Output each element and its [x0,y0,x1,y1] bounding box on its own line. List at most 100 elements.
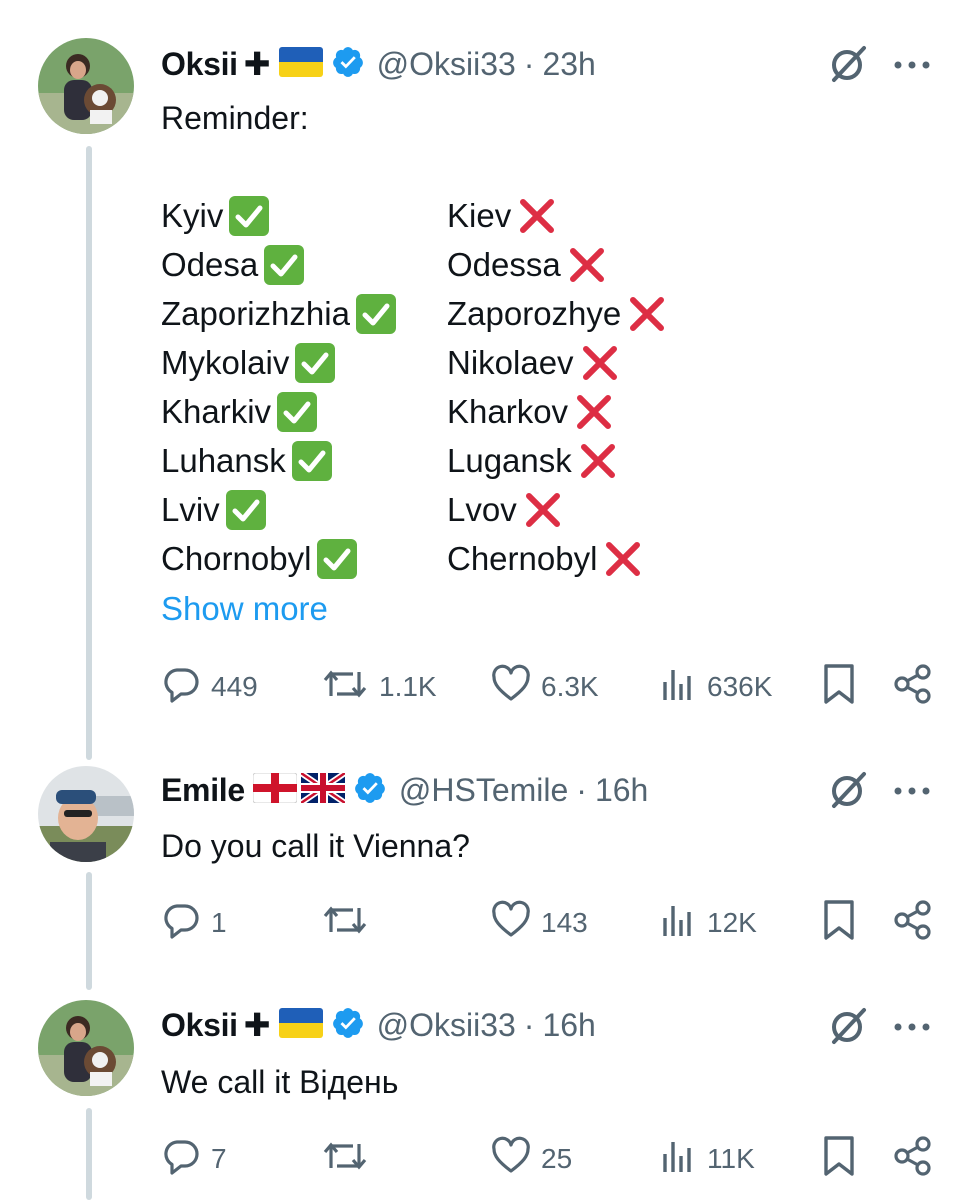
repost-button[interactable] [321,898,369,948]
like-icon [491,664,531,711]
separator-dot: · [523,45,535,82]
share-icon [891,662,935,713]
city-name: Nikolaev [447,344,574,381]
city-name: Odessa [447,246,561,283]
city-row: Kharkiv [161,390,318,434]
verified-badge-icon [331,1006,365,1045]
like-button[interactable]: 25 [491,1134,572,1184]
city-row: Luhansk [161,439,332,483]
like-button[interactable]: 143 [491,898,588,948]
author-handle[interactable]: @Oksii33 [377,1007,516,1044]
reply-count: 1 [211,907,227,938]
reply-button[interactable]: 7 [161,1134,227,1184]
repost-button[interactable]: 1.1K [321,662,437,712]
bookmark-button[interactable] [821,898,857,948]
more-options-icon[interactable] [890,50,934,80]
bookmark-icon [821,662,857,713]
city-row: Kharkov [447,390,614,434]
author-handle[interactable]: @HSTemile [399,772,568,809]
ukraine-flag-icon [278,1007,323,1043]
city-name: Lviv [161,491,220,528]
grok-icon[interactable] [826,42,870,86]
city-name: Kyiv [161,197,224,234]
red-cross-icon [574,392,614,432]
author-handle[interactable]: @Oksii33 [377,46,516,83]
timestamp[interactable]: 23h [542,46,595,83]
views-count: 636K [707,671,773,702]
bookmark-button[interactable] [821,662,857,712]
avatar[interactable] [38,1000,134,1096]
more-options-icon[interactable] [890,1012,934,1042]
city-row: Chernobyl [447,537,643,581]
author-name[interactable]: Oksii [161,46,238,83]
city-row: Mykolaiv [161,341,336,385]
bookmark-icon [821,898,857,949]
bookmark-button[interactable] [821,1134,857,1184]
repost-count: 1.1K [379,671,437,702]
like-count: 6.3K [541,671,599,702]
author-name-cross: ✚ [243,1007,271,1043]
timestamp[interactable]: 16h [542,1007,595,1044]
timestamp[interactable]: 16h [595,772,648,809]
red-cross-icon [627,294,667,334]
views-button[interactable]: 636K [657,662,772,712]
reply-icon [161,664,201,711]
author-name-cross: ✚ [243,46,271,82]
action-bar: 449 1.1K 6.3K 636K [161,662,941,712]
tweet-header: Oksii ✚ @Oksii33 · 23h [161,44,596,84]
views-button[interactable]: 12K [657,898,757,948]
separator-dot: · [576,771,587,808]
repost-button[interactable] [321,1134,369,1184]
reply-icon [161,900,201,947]
show-more-link[interactable]: Show more [161,590,328,628]
like-icon [491,1136,531,1183]
views-icon [657,664,697,711]
green-check-icon [355,294,396,334]
author-name[interactable]: Emile [161,772,245,809]
ukraine-flag-icon [278,46,323,82]
grok-icon[interactable] [826,768,870,812]
red-cross-icon [603,539,643,579]
green-check-icon [295,343,336,383]
action-bar: 7 25 11K [161,1134,941,1184]
grok-icon[interactable] [826,1004,870,1048]
tweet-text: Do you call it Vienna? [161,828,470,864]
reply-count: 449 [211,671,258,702]
reply-button[interactable]: 449 [161,662,258,712]
city-name: Kharkiv [161,393,272,430]
city-row: Kyiv [161,194,270,238]
views-button[interactable]: 11K [657,1134,755,1184]
author-name[interactable]: Oksii [161,1007,238,1044]
thread-line [86,1108,92,1200]
separator-dot: · [523,1006,535,1043]
city-name: Mykolaiv [161,344,290,381]
like-button[interactable]: 6.3K [491,662,599,712]
red-cross-icon [517,196,557,236]
city-name: Chornobyl [161,540,312,577]
share-icon [891,1134,935,1185]
like-icon [491,900,531,947]
avatar[interactable] [38,38,134,134]
city-row: Zaporizhzhia [161,292,396,336]
share-button[interactable] [891,662,935,712]
reply-button[interactable]: 1 [161,898,227,948]
red-cross-icon [580,343,620,383]
city-row: Lugansk [447,439,618,483]
city-name: Chernobyl [447,540,598,577]
more-options-icon[interactable] [890,776,934,806]
like-count: 143 [541,907,588,938]
city-name: Odesa [161,246,259,283]
city-row: Odesa [161,243,305,287]
city-name: Zaporizhzhia [161,295,350,332]
city-name: Kiev [447,197,512,234]
city-name: Lvov [447,491,517,528]
share-button[interactable] [891,1134,935,1184]
city-name: Luhansk [161,442,286,479]
green-check-icon [291,441,332,481]
views-icon [657,900,697,947]
avatar[interactable] [38,766,134,862]
share-button[interactable] [891,898,935,948]
views-count: 11K [707,1143,755,1174]
thread-line [86,872,92,990]
green-check-icon [225,490,266,530]
